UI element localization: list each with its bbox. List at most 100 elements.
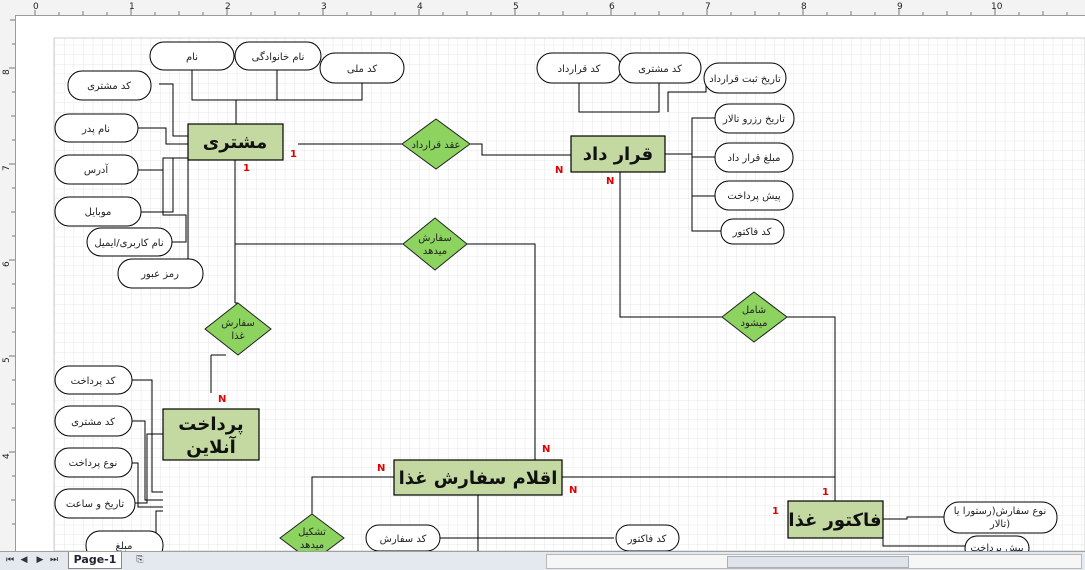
next-page-icon[interactable]: ▶	[34, 554, 46, 567]
attribute-order-code[interactable]: کد سفارش	[365, 524, 441, 552]
attribute-label: کد سفارش	[380, 534, 427, 545]
attribute-label: کد مشتری	[71, 417, 115, 428]
ruler-label: 2	[225, 2, 231, 12]
entity-food-invoice[interactable]: فاکتور غذا	[787, 500, 884, 539]
page-tab[interactable]: Page-1	[68, 552, 122, 569]
page-grid	[53, 37, 1085, 552]
attribute-hall-date[interactable]: تاریخ رزرو تالار	[714, 103, 795, 134]
last-page-icon[interactable]: ⏭	[48, 554, 60, 567]
attribute-payment-customer-code[interactable]: کد مشتری	[54, 405, 133, 437]
attribute-label: پیش پرداخت	[727, 191, 780, 202]
relationship-label: میدهد	[423, 246, 447, 257]
entity-contract[interactable]: قرار داد	[570, 135, 666, 173]
attribute-national-code[interactable]: کد ملی	[319, 52, 405, 84]
cardinality-label: N	[542, 444, 550, 455]
relationship-label: غذا	[231, 331, 244, 342]
attribute-address[interactable]: آدرس	[54, 154, 139, 185]
ruler-label: 9	[897, 2, 903, 12]
relationship-label: شامل	[742, 305, 766, 316]
ruler-label: 7	[705, 2, 711, 12]
attribute-label: کد مشتری	[87, 81, 131, 92]
cardinality-label: N	[569, 485, 577, 496]
attribute-label: رمز عبور	[140, 269, 179, 280]
entity-label: آنلاین	[186, 435, 236, 458]
cardinality-label: 1	[772, 506, 779, 517]
er-diagram: مشتری قرار داد پرداخت آنلاین اقلام سفارش…	[53, 37, 1085, 563]
attribute-contract-reg-date[interactable]: تاریخ ثبت قرارداد	[703, 62, 787, 94]
entity-label: اقلام سفارش غذا	[399, 468, 558, 489]
insert-page-icon[interactable]: ⎘	[132, 554, 148, 567]
cardinality-label: N	[555, 165, 563, 176]
attribute-payment-type[interactable]: نوع پرداخت	[54, 447, 133, 478]
entity-online-payment[interactable]: پرداخت آنلاین	[162, 408, 260, 461]
relationship-label: عقد قرارداد	[411, 140, 460, 151]
attribute-label: کد فاکتور	[732, 227, 772, 238]
vertical-ruler: 8 7 6 5 4	[0, 15, 16, 551]
first-page-icon[interactable]: ⏮	[4, 554, 16, 567]
ruler-label: 4	[417, 2, 423, 12]
attribute-prepayment[interactable]: پیش پرداخت	[714, 180, 794, 211]
ruler-label: 10	[991, 2, 1003, 12]
cardinality-label: 1	[822, 487, 829, 498]
ruler-label: 8	[2, 69, 12, 75]
attribute-father-name[interactable]: نام پدر	[54, 113, 139, 143]
entity-label: فاکتور غذا	[788, 510, 881, 531]
attribute-payment-code[interactable]: کد پرداخت	[54, 365, 133, 395]
attribute-label: تالار)	[989, 519, 1010, 530]
attribute-label: تاریخ رزرو تالار	[722, 114, 785, 125]
horizontal-scrollbar[interactable]	[546, 554, 1082, 569]
ruler-label: 6	[609, 2, 615, 12]
scrollbar-thumb[interactable]	[727, 556, 909, 568]
horizontal-ruler-ticks: 0 1 2 3 4 5 6 7 8 9 10	[33, 2, 1068, 15]
attribute-label: موبایل	[85, 207, 112, 218]
relationship-label: تشکیل	[298, 527, 326, 538]
attribute-family-name[interactable]: نام خانوادگی	[234, 41, 322, 71]
entity-label: قرار داد	[583, 144, 653, 165]
attribute-username[interactable]: نام کاربری/ایمیل	[86, 227, 173, 257]
attribute-label: نوع پرداخت	[69, 458, 118, 469]
attribute-customer-code[interactable]: کد مشتری	[67, 70, 152, 101]
attribute-order-type[interactable]: نوع سفارش(رستورا یا تالار)	[943, 501, 1058, 534]
attribute-payment-amount[interactable]: مبلغ	[85, 530, 164, 561]
attribute-contract-code[interactable]: کد قرارداد	[536, 52, 622, 84]
attribute-payment-datetime[interactable]: تاریخ و ساعت	[54, 488, 136, 519]
drawing-canvas[interactable]: مشتری قرار داد پرداخت آنلاین اقلام سفارش…	[16, 16, 1085, 563]
attribute-label: کد فاکتور	[627, 534, 667, 545]
prev-page-icon[interactable]: ◀	[18, 554, 30, 567]
ruler-label: 3	[321, 2, 327, 12]
horizontal-ruler: 0 1 2 3 4 5 6 7 8 9 10	[0, 0, 1085, 16]
attribute-label: آدرس	[84, 163, 109, 176]
attribute-label: پیش پرداخت	[970, 543, 1023, 551]
attribute-label: تاریخ و ساعت	[66, 499, 125, 510]
attribute-password[interactable]: رمز عبور	[117, 258, 204, 289]
ruler-label: 0	[33, 2, 39, 12]
attribute-order-invoice-code[interactable]: کد فاکتور	[615, 524, 680, 552]
attribute-label: کد قرارداد	[558, 64, 601, 75]
relationship-label: میدهد	[300, 540, 324, 551]
attribute-name[interactable]: نام	[149, 41, 235, 71]
attribute-contract-customer-code[interactable]: کد مشتری	[618, 52, 702, 84]
ruler-label: 5	[513, 2, 519, 12]
entity-order-items[interactable]: اقلام سفارش غذا	[393, 459, 563, 496]
ruler-label: 1	[129, 2, 135, 12]
attribute-label: نام	[186, 52, 198, 63]
cardinality-label: 1	[243, 163, 250, 174]
ruler-label: 6	[2, 261, 12, 267]
attribute-mobile[interactable]: موبایل	[54, 196, 142, 227]
attribute-label: تاریخ ثبت قرارداد	[709, 74, 781, 85]
attribute-invoice-prepayment[interactable]: پیش پرداخت	[964, 535, 1030, 561]
attribute-label: کد ملی	[347, 64, 377, 75]
attribute-label: مبلغ	[115, 541, 132, 551]
ruler-label: 7	[2, 165, 12, 171]
attribute-label: نام خانوادگی	[252, 51, 305, 63]
attribute-label: نام پدر	[81, 124, 110, 135]
cardinality-label: N	[218, 394, 226, 405]
relationship-label: میشود	[741, 318, 768, 329]
cardinality-label: N	[377, 463, 385, 474]
attribute-contract-invoice-code[interactable]: کد فاکتور	[720, 218, 785, 245]
attribute-label: نام کاربری/ایمیل	[94, 238, 163, 249]
entity-customer[interactable]: مشتری	[187, 123, 284, 161]
ruler-label: 4	[2, 453, 12, 459]
entity-label: پرداخت	[178, 414, 243, 435]
attribute-contract-amount[interactable]: مبلغ قرار داد	[714, 142, 794, 173]
